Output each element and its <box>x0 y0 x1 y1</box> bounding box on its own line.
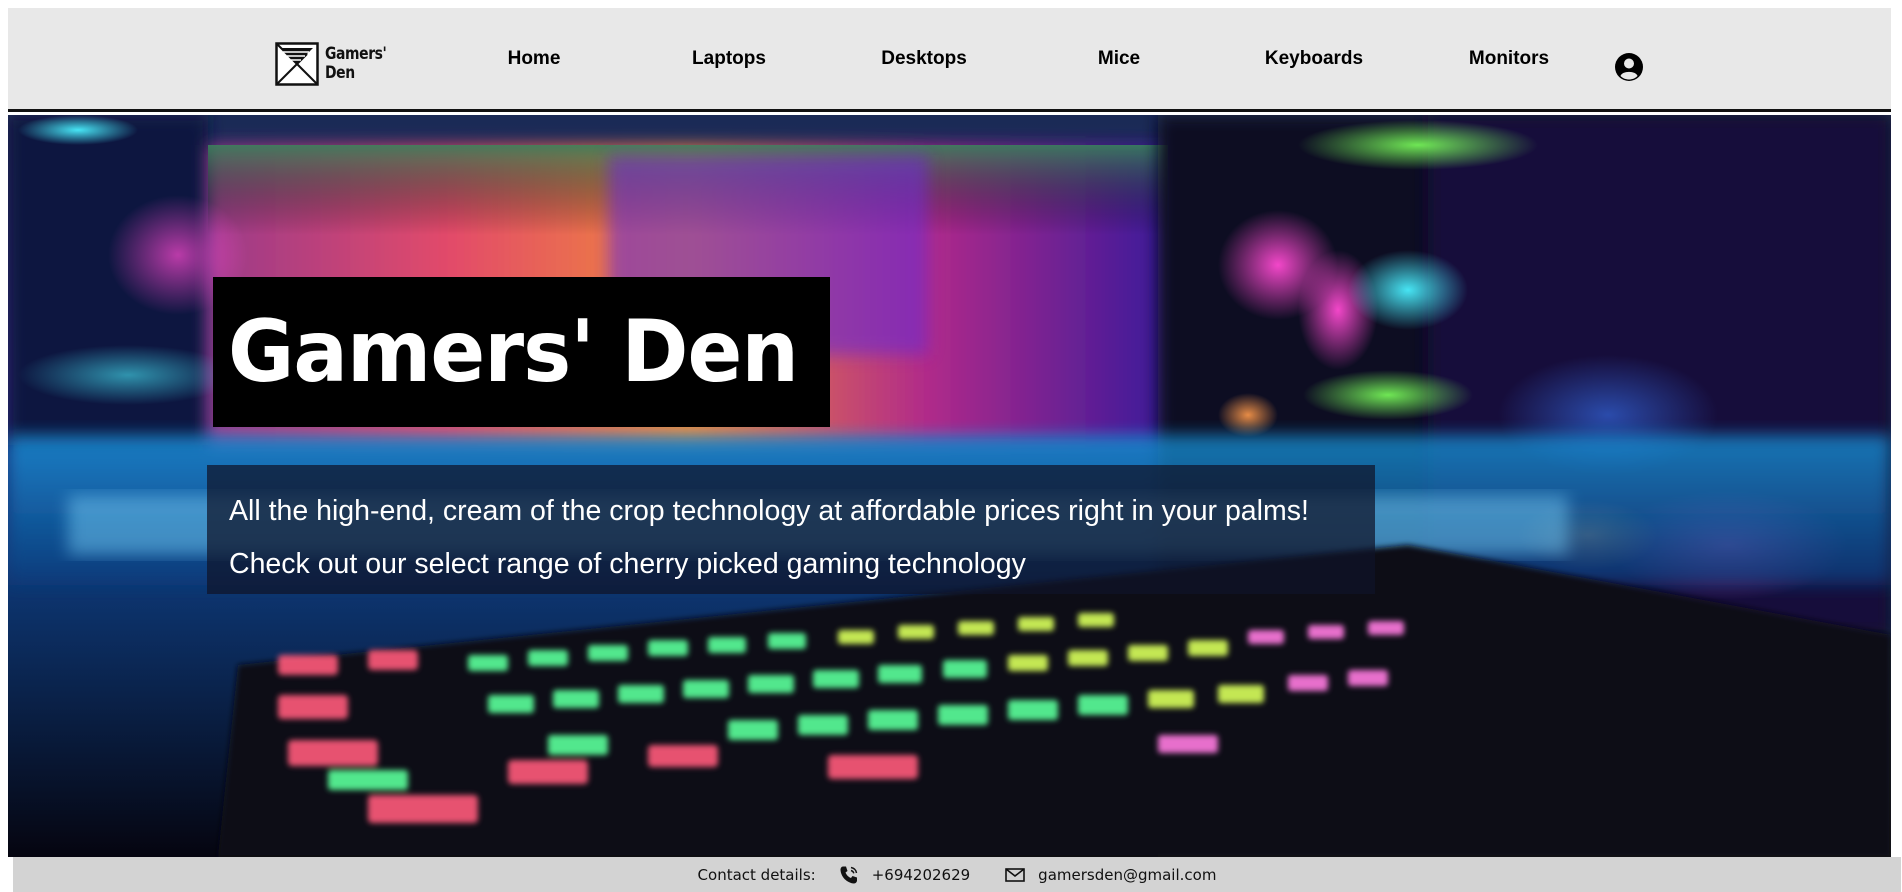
hero-title-box: Gamers' Den <box>213 277 830 427</box>
logo-text: Gamers' Den <box>325 44 387 83</box>
hero-banner: Gamers' Den All the high-end, cream of t… <box>8 115 1891 857</box>
nav-link-laptops[interactable]: Laptops <box>692 48 766 70</box>
contact-email-address[interactable]: gamersden@gmail.com <box>1038 866 1216 884</box>
phone-icon <box>840 866 857 883</box>
contact-label: Contact details: <box>697 865 816 884</box>
user-circle-icon <box>1615 53 1643 81</box>
navbar: Gamers' Den Home Laptops Desktops Mice K… <box>8 8 1891 112</box>
page: Gamers' Den Home Laptops Desktops Mice K… <box>0 0 1902 892</box>
nav-link-home[interactable]: Home <box>508 48 561 70</box>
hero-tagline-box: All the high-end, cream of the crop tech… <box>207 465 1375 594</box>
footer: Contact details: +694202629 gamersden@gm… <box>13 857 1901 892</box>
logo-icon <box>275 42 319 86</box>
nav-link-monitors[interactable]: Monitors <box>1469 48 1549 70</box>
nav-link-keyboards[interactable]: Keyboards <box>1265 48 1363 70</box>
contact-email: gamersden@gmail.com <box>1004 864 1216 886</box>
logo-link[interactable]: Gamers' Den <box>275 38 425 90</box>
hero-title: Gamers' Den <box>228 302 799 402</box>
contact-phone: +694202629 <box>838 864 970 886</box>
hero-tagline-2: Check out our select range of cherry pic… <box>229 548 1026 580</box>
nav-link-mice[interactable]: Mice <box>1098 48 1140 70</box>
account-button[interactable] <box>1614 52 1644 82</box>
contact-phone-number[interactable]: +694202629 <box>872 866 970 884</box>
hero-tagline-1: All the high-end, cream of the crop tech… <box>229 495 1309 527</box>
mail-icon <box>1005 867 1025 882</box>
nav-link-desktops[interactable]: Desktops <box>881 48 967 70</box>
